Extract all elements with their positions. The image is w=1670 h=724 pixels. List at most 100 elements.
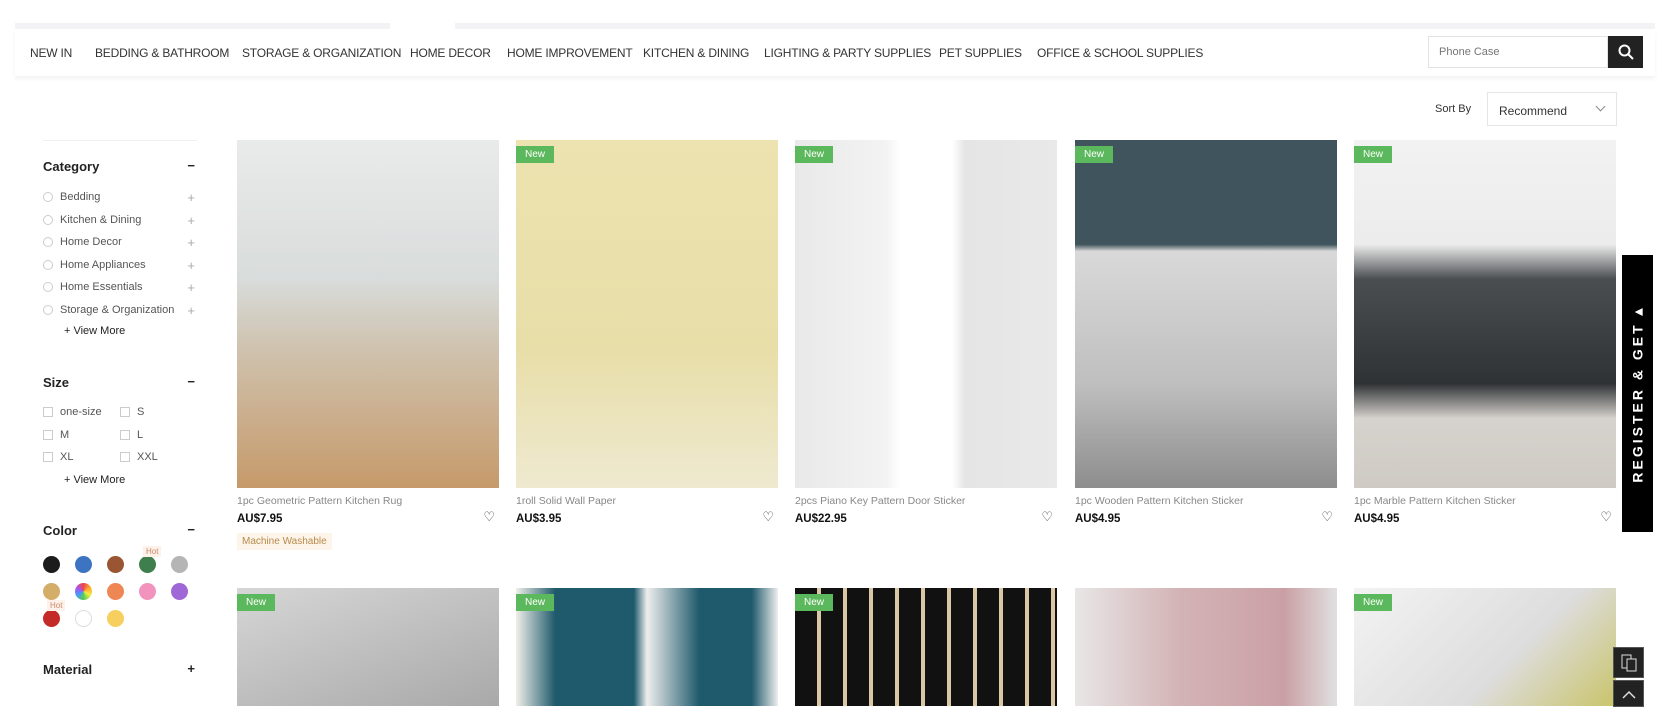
nav-home-decor[interactable]: HOME DECOR xyxy=(410,46,491,60)
filter-sidebar: Category − Bedding + Kitchen & Dining + Home … xyxy=(43,140,197,677)
expand-icon[interactable]: + xyxy=(187,235,195,250)
nav-kitchen-dining[interactable]: KITCHEN & DINING xyxy=(643,46,749,60)
color-swatch[interactable] xyxy=(75,583,92,600)
category-label: Storage & Organization xyxy=(60,303,175,316)
product-image[interactable]: New xyxy=(516,140,778,488)
search-input[interactable] xyxy=(1428,36,1608,68)
search-button[interactable] xyxy=(1608,36,1643,68)
size-title: Size xyxy=(43,375,70,390)
nav-new-in[interactable]: NEW IN xyxy=(30,46,72,60)
product-title[interactable]: 1roll Solid Wall Paper xyxy=(516,495,778,507)
product-image[interactable]: New xyxy=(1075,140,1337,488)
color-swatch[interactable] xyxy=(139,583,156,600)
color-swatch[interactable] xyxy=(43,583,60,600)
expand-icon[interactable]: + xyxy=(187,213,195,228)
color-swatch[interactable] xyxy=(171,583,188,600)
checkbox[interactable] xyxy=(43,429,53,440)
collapse-icon[interactable]: − xyxy=(187,522,195,537)
heart-icon[interactable]: ♡ xyxy=(1600,509,1612,525)
heart-icon[interactable]: ♡ xyxy=(1321,509,1333,525)
product-image[interactable]: New xyxy=(795,140,1057,488)
radio[interactable] xyxy=(43,282,53,292)
color-swatch[interactable] xyxy=(107,583,124,600)
nav-office-school[interactable]: OFFICE & SCHOOL SUPPLIES xyxy=(1037,46,1203,60)
checkbox[interactable] xyxy=(120,407,130,417)
product-image[interactable]: New xyxy=(795,588,1057,706)
back-to-top-button[interactable] xyxy=(1613,680,1644,707)
product-image[interactable]: New xyxy=(516,588,778,706)
nav-pet-supplies[interactable]: PET SUPPLIES xyxy=(939,46,1022,60)
category-label: Bedding xyxy=(60,191,101,203)
category-label: Home Essentials xyxy=(60,281,143,293)
color-swatch[interactable] xyxy=(75,556,92,573)
color-swatch[interactable] xyxy=(107,610,124,627)
expand-icon[interactable]: + xyxy=(187,661,195,676)
product-card[interactable]: New xyxy=(795,588,1057,706)
product-title[interactable]: 2pcs Piano Key Pattern Door Sticker xyxy=(795,495,1057,507)
heart-icon[interactable]: ♡ xyxy=(762,509,774,525)
color-swatch[interactable] xyxy=(139,556,156,573)
collapse-icon[interactable]: − xyxy=(187,158,195,173)
color-swatch[interactable] xyxy=(75,610,92,627)
expand-icon[interactable]: + xyxy=(187,190,195,205)
product-card[interactable]: New xyxy=(516,588,778,706)
product-image[interactable] xyxy=(1075,588,1337,706)
checkbox[interactable] xyxy=(120,452,130,462)
radio[interactable] xyxy=(43,259,53,270)
new-badge: New xyxy=(237,594,276,611)
nav-lighting-party[interactable]: LIGHTING & PARTY SUPPLIES xyxy=(764,46,931,60)
product-card[interactable]: 1pc Geometric Pattern Kitchen Rug AU$7.9… xyxy=(237,140,499,550)
product-card[interactable]: New 1roll Solid Wall Paper AU$3.95 ♡ xyxy=(516,140,778,525)
expand-icon[interactable]: + xyxy=(187,258,195,273)
checkbox[interactable] xyxy=(43,407,53,417)
color-heading[interactable]: Color − xyxy=(43,522,197,538)
product-card[interactable]: New xyxy=(237,588,499,706)
radio[interactable] xyxy=(43,192,53,202)
compare-button[interactable] xyxy=(1613,647,1644,678)
product-price: AU$4.95 xyxy=(1075,513,1121,525)
product-card[interactable] xyxy=(1075,588,1337,706)
category-view-more[interactable]: + View More xyxy=(64,325,125,337)
product-card[interactable]: New xyxy=(1354,588,1616,706)
product-image[interactable]: New xyxy=(1354,588,1616,706)
radio[interactable] xyxy=(43,304,53,315)
color-swatch[interactable] xyxy=(43,610,60,627)
product-price: AU$4.95 xyxy=(1354,513,1400,525)
nav-storage-organization[interactable]: STORAGE & ORGANIZATION xyxy=(242,46,401,60)
product-card[interactable]: New 2pcs Piano Key Pattern Door Sticker … xyxy=(795,140,1057,525)
size-label: M xyxy=(60,428,70,441)
heart-icon[interactable]: ♡ xyxy=(1041,509,1053,525)
nav-bedding-bathroom[interactable]: BEDDING & BATHROOM xyxy=(95,46,229,60)
product-title[interactable]: 1pc Marble Pattern Kitchen Sticker xyxy=(1354,495,1616,507)
register-tab[interactable]: REGISTER & GET ▴ xyxy=(1622,255,1653,532)
nav-home-improvement[interactable]: HOME IMPROVEMENT xyxy=(507,46,633,60)
checkbox[interactable] xyxy=(120,429,130,440)
radio[interactable] xyxy=(43,214,53,225)
category-title: Category xyxy=(43,159,100,174)
category-heading[interactable]: Category − xyxy=(43,158,197,174)
product-card[interactable]: New 1pc Marble Pattern Kitchen Sticker A… xyxy=(1354,140,1616,525)
expand-icon[interactable]: + xyxy=(187,280,195,295)
size-heading[interactable]: Size − xyxy=(43,374,197,390)
product-image[interactable]: New xyxy=(1354,140,1616,488)
product-image[interactable] xyxy=(237,140,499,488)
collapse-icon[interactable]: − xyxy=(187,374,195,389)
product-title[interactable]: 1pc Wooden Pattern Kitchen Sticker xyxy=(1075,495,1337,507)
product-card[interactable]: New 1pc Wooden Pattern Kitchen Sticker A… xyxy=(1075,140,1337,525)
color-swatch[interactable] xyxy=(107,556,124,573)
radio[interactable] xyxy=(43,237,53,247)
top-strip xyxy=(15,23,390,29)
category-label: Home Decor xyxy=(60,236,122,248)
heart-icon[interactable]: ♡ xyxy=(483,509,495,525)
sort-label: Sort By xyxy=(1435,103,1472,115)
product-title[interactable]: 1pc Geometric Pattern Kitchen Rug xyxy=(237,495,499,507)
sort-dropdown[interactable]: Recommend xyxy=(1487,92,1617,126)
color-swatch[interactable] xyxy=(43,556,60,573)
color-swatch[interactable] xyxy=(171,556,188,573)
product-image[interactable]: New xyxy=(237,588,499,706)
expand-icon[interactable]: + xyxy=(187,303,195,318)
material-heading[interactable]: Material + xyxy=(43,661,197,677)
hot-badge: Hot xyxy=(143,546,162,557)
size-view-more[interactable]: + View More xyxy=(64,474,125,486)
checkbox[interactable] xyxy=(43,452,53,462)
